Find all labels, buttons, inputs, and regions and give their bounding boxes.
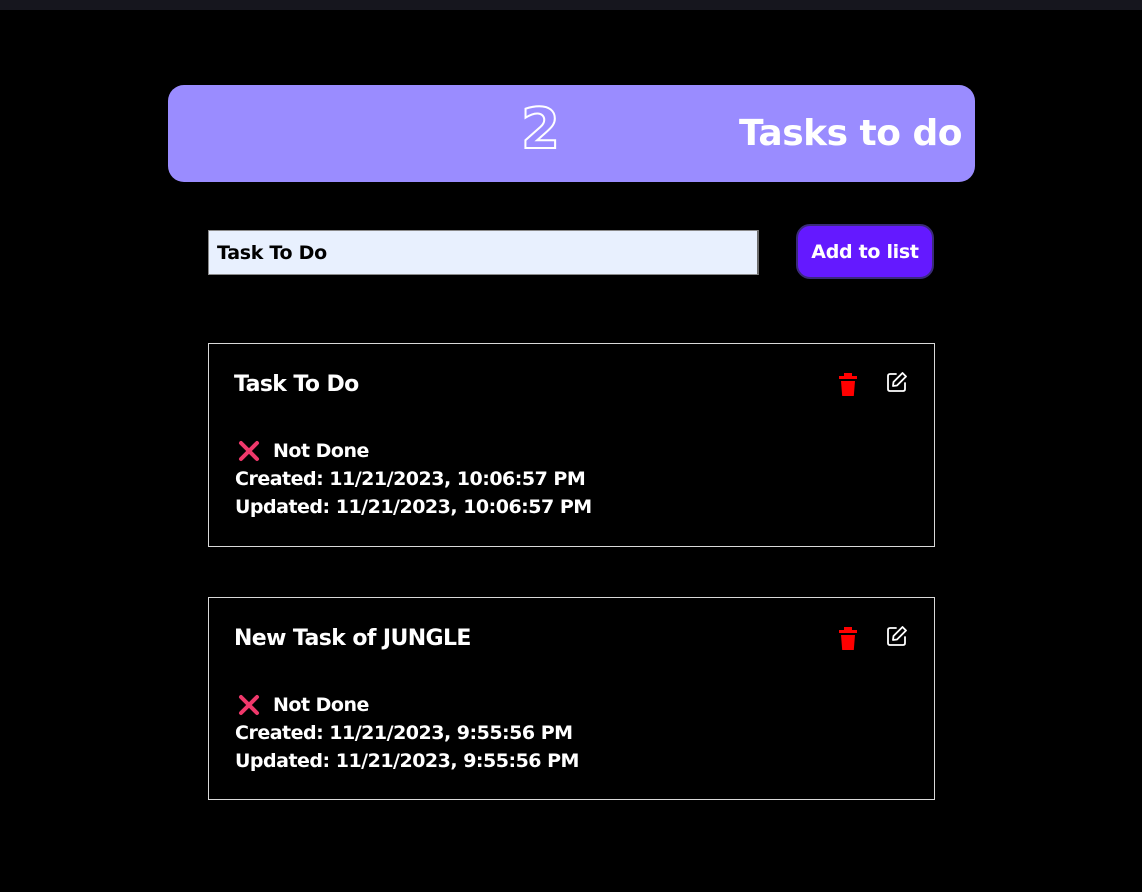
created-timestamp: Created: 11/21/2023, 10:06:57 PM	[235, 468, 586, 490]
status-line: Not Done	[235, 691, 579, 719]
task-meta: Not Done Created: 11/21/2023, 9:55:56 PM…	[235, 691, 579, 775]
trash-icon[interactable]	[838, 627, 858, 651]
close-x-icon	[237, 439, 261, 463]
close-x-icon	[237, 693, 261, 717]
task-card: New Task of JUNGLE Not Done Created: 11/…	[208, 597, 935, 800]
status-line: Not Done	[235, 437, 592, 465]
task-title: Task To Do	[234, 372, 359, 397]
task-card: Task To Do Not Done Created: 11/21/2023,…	[208, 343, 935, 547]
browser-top-strip	[0, 0, 1142, 10]
updated-timestamp: Updated: 11/21/2023, 10:06:57 PM	[235, 496, 592, 518]
task-title: New Task of JUNGLE	[234, 626, 471, 651]
tasks-header: 2 Tasks to do	[168, 85, 975, 182]
task-meta: Not Done Created: 11/21/2023, 10:06:57 P…	[235, 437, 592, 521]
add-to-list-button[interactable]: Add to list	[796, 224, 934, 279]
edit-icon[interactable]	[886, 625, 908, 647]
page-title: Tasks to do	[739, 113, 963, 154]
task-count: 2	[520, 97, 561, 162]
status-text: Not Done	[273, 694, 369, 716]
edit-icon[interactable]	[886, 371, 908, 393]
updated-timestamp: Updated: 11/21/2023, 9:55:56 PM	[235, 750, 579, 772]
created-timestamp: Created: 11/21/2023, 9:55:56 PM	[235, 722, 573, 744]
trash-icon[interactable]	[838, 373, 858, 397]
task-input[interactable]	[208, 230, 759, 275]
status-text: Not Done	[273, 440, 369, 462]
